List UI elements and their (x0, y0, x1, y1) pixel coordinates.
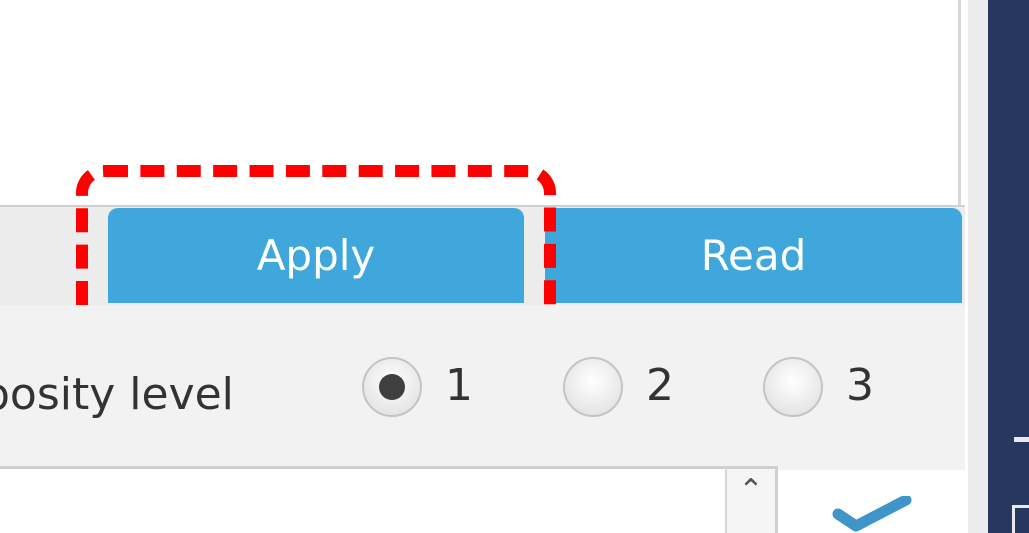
verbosity-radio-2[interactable] (563, 357, 623, 417)
verbosity-radio-3[interactable] (763, 357, 823, 417)
dark-panel-mark (1014, 437, 1029, 442)
radio-selected-dot (379, 374, 405, 400)
dark-panel-box (1012, 505, 1029, 533)
verbosity-level-label: bosity level (0, 369, 234, 420)
verbosity-radio-1[interactable] (362, 357, 422, 417)
dark-side-panel (988, 0, 1029, 533)
log-scrollbar[interactable]: ⌃ (725, 469, 775, 533)
chevron-up-icon[interactable]: ⌃ (727, 473, 775, 509)
verbosity-radio-2-label: 2 (646, 360, 674, 411)
read-button[interactable]: Read (545, 208, 962, 303)
upper-content-area (0, 0, 958, 205)
check-icon[interactable] (832, 496, 912, 533)
verbosity-radio-1-label: 1 (445, 360, 473, 411)
verbosity-radio-3-label: 3 (846, 360, 874, 411)
vertical-divider (958, 0, 961, 210)
log-text-area[interactable] (0, 466, 778, 533)
apply-button[interactable]: Apply (108, 208, 524, 303)
